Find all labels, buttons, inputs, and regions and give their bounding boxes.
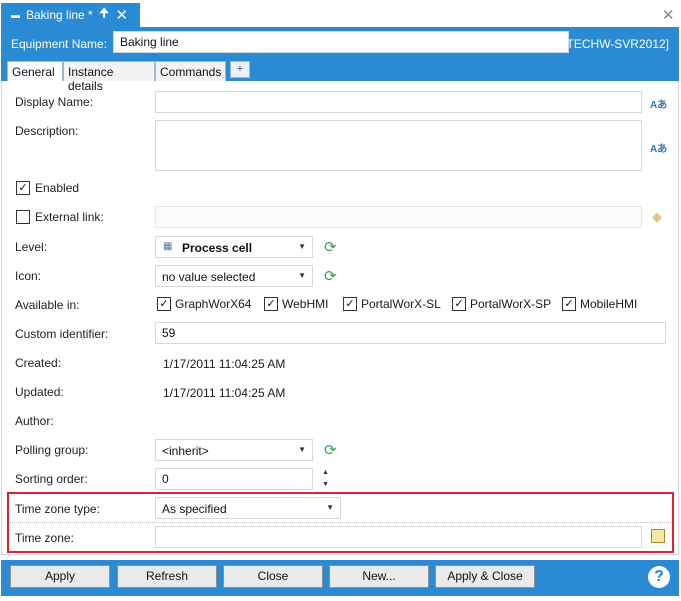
close-button[interactable]: Close [223, 565, 323, 588]
apply-button[interactable]: Apply [10, 565, 110, 588]
available-checkbox[interactable]: ✓ [452, 297, 466, 311]
available-label: WebHMI [282, 297, 329, 311]
tab-commands[interactable]: Commands [155, 61, 226, 81]
available-checkbox[interactable]: ✓ [343, 297, 357, 311]
level-dropdown[interactable]: ▦ Process cell ▼ [155, 236, 313, 258]
equipment-icon: ▬ [11, 10, 20, 20]
add-tab-button[interactable]: + [230, 61, 250, 78]
tab-general[interactable]: General [7, 61, 63, 81]
tag-icon[interactable]: ◆ [652, 209, 662, 225]
server-name: [TECHW-SVR2012] [563, 37, 669, 51]
created-value: 1/17/2011 11:04:25 AM [163, 357, 286, 371]
equipment-header: Equipment Name: Baking line [TECHW-SVR20… [1, 27, 679, 59]
available-checkbox[interactable]: ✓ [562, 297, 576, 311]
level-label: Level: [15, 240, 48, 254]
created-label: Created: [15, 356, 62, 370]
language-icon[interactable]: Aあ [650, 96, 667, 111]
external-link-checkbox[interactable] [16, 210, 30, 224]
author-label: Author: [15, 414, 54, 428]
available-label: GraphWorX64 [175, 297, 252, 311]
language-icon[interactable]: Aあ [650, 140, 667, 155]
spin-up-icon[interactable]: ▲ [322, 469, 329, 476]
enabled-checkbox[interactable]: ✓ [16, 181, 30, 195]
refresh-icon[interactable]: ⟳ [324, 441, 337, 459]
external-link-label: External link: [35, 210, 104, 224]
polling-group-label: Polling group: [15, 443, 89, 457]
display-name-label: Display Name: [15, 95, 94, 109]
available-checkbox[interactable]: ✓ [157, 297, 171, 311]
equipment-name-label: Equipment Name: [11, 37, 108, 51]
time-zone-picker-icon[interactable] [651, 529, 665, 543]
apply-and-close-button[interactable]: Apply & Close [435, 565, 535, 588]
process-cell-icon: ▦ [163, 241, 173, 252]
section-divider [10, 522, 671, 523]
available-in-label: Available in: [15, 298, 80, 312]
updated-value: 1/17/2011 11:04:25 AM [163, 386, 286, 400]
sorting-order-input[interactable]: 0 [155, 468, 313, 490]
available-label: PortalWorX-SP [470, 297, 552, 311]
window-close-icon[interactable]: ✕ [662, 6, 675, 24]
time-zone-input[interactable] [155, 526, 642, 548]
chevron-down-icon: ▼ [298, 445, 306, 454]
time-zone-type-label: Time zone type: [15, 502, 100, 516]
time-zone-type-dropdown[interactable]: As specified ▼ [155, 497, 341, 519]
refresh-button[interactable]: Refresh [117, 565, 217, 588]
polling-group-dropdown[interactable]: <inherit> ▼ [155, 439, 313, 461]
help-icon[interactable]: ? [648, 566, 670, 588]
tab-strip: General Instance details Commands + [1, 59, 679, 93]
document-tab-title: Baking line * [26, 8, 93, 22]
chevron-down-icon: ▼ [326, 503, 334, 512]
updated-label: Updated: [15, 385, 64, 399]
new-button[interactable]: New... [329, 565, 429, 588]
chevron-down-icon: ▼ [298, 242, 306, 251]
time-zone-label: Time zone: [15, 531, 74, 545]
description-label: Description: [15, 124, 79, 138]
sorting-order-label: Sorting order: [15, 472, 88, 486]
document-tab[interactable]: ▬ Baking line * 🠉 ✕ [1, 3, 140, 27]
display-name-input[interactable] [155, 91, 642, 113]
available-label: MobileHMI [580, 297, 638, 311]
available-checkbox[interactable]: ✓ [264, 297, 278, 311]
polling-group-value: <inherit> [162, 444, 209, 458]
custom-identifier-label: Custom identifier: [15, 327, 109, 341]
custom-identifier-input[interactable]: 59 [155, 322, 666, 344]
icon-label: Icon: [15, 269, 42, 283]
spin-down-icon[interactable]: ▼ [322, 481, 329, 488]
chevron-down-icon: ▼ [298, 271, 306, 280]
pin-icon[interactable]: 🠉 [99, 4, 110, 26]
enabled-label: Enabled [35, 181, 80, 195]
external-link-input[interactable] [155, 206, 642, 228]
available-label: PortalWorX-SL [361, 297, 441, 311]
tab-close-icon[interactable]: ✕ [115, 8, 128, 23]
refresh-icon[interactable]: ⟳ [324, 267, 337, 285]
tab-instance-details[interactable]: Instance details [63, 61, 155, 93]
refresh-icon[interactable]: ⟳ [324, 238, 337, 256]
description-input[interactable] [155, 120, 642, 171]
footer-bar: Apply Refresh Close New... Apply & Close… [1, 560, 679, 596]
icon-dropdown[interactable]: no value selected ▼ [155, 265, 313, 287]
equipment-name-input[interactable]: Baking line [113, 31, 569, 53]
icon-value: no value selected [162, 270, 256, 284]
time-zone-type-value: As specified [162, 502, 227, 516]
level-value: Process cell [182, 241, 253, 255]
